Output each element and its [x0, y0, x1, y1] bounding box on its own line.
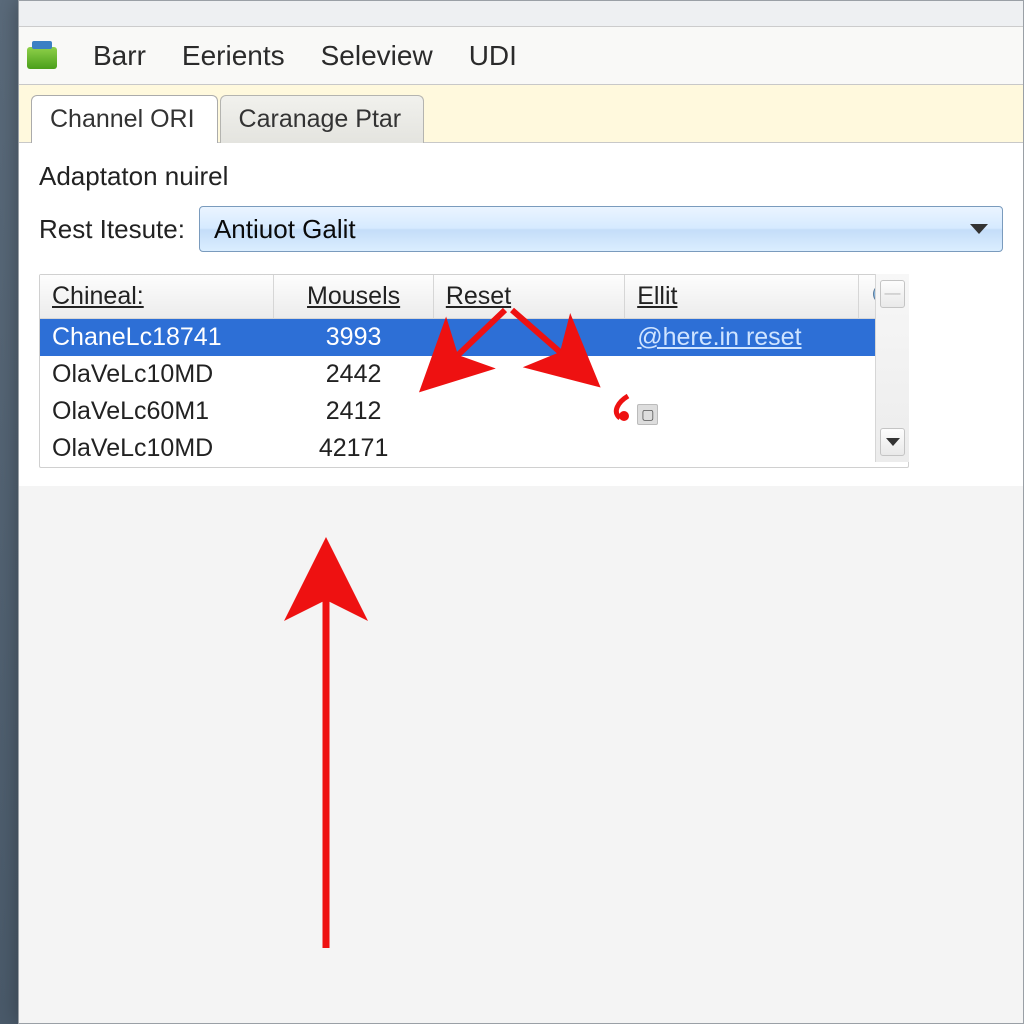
cell-mousels: 42171: [274, 430, 433, 467]
cell-reset: [433, 356, 624, 393]
table-row[interactable]: OlaVeLc60M1 2412 ▢: [40, 393, 908, 430]
cell-chineal: OlaVeLc10MD: [40, 430, 274, 467]
channel-table: Chineal: Mousels Reset Ellit ChaneLc1874…: [40, 275, 908, 467]
cell-chineal: OlaVeLc60M1: [40, 393, 274, 430]
cell-mousels: 2412: [274, 393, 433, 430]
scroll-up-button[interactable]: —: [880, 280, 905, 308]
dropdown-value: Antiuot Galit: [214, 214, 356, 245]
tab-strip: Channel ORI Caranage Ptar: [19, 85, 1023, 143]
table-row[interactable]: OlaVeLc10MD 2442: [40, 356, 908, 393]
tab-caranage-ptar[interactable]: Caranage Ptar: [220, 95, 425, 143]
cell-reset: [433, 393, 624, 430]
col-chineal[interactable]: Chineal:: [40, 275, 274, 319]
cell-chineal: ChaneLc18741: [40, 319, 274, 357]
scroll-down-button[interactable]: [880, 428, 905, 456]
menu-udi[interactable]: UDI: [465, 34, 521, 78]
dropdown-row: Rest Itesute: Antiuot Galit: [39, 206, 1003, 252]
table-row[interactable]: OlaVeLc10MD 42171: [40, 430, 908, 467]
table-container: Chineal: Mousels Reset Ellit ChaneLc1874…: [39, 274, 1003, 468]
app-window: Barr Eerients Seleview UDI Channel ORI C…: [18, 0, 1024, 1024]
cell-ellit: @here.in reset: [625, 319, 859, 357]
cell-reset: [433, 319, 624, 357]
col-mousels[interactable]: Mousels: [274, 275, 433, 319]
col-ellit[interactable]: Ellit: [625, 275, 859, 319]
rest-itesute-dropdown[interactable]: Antiuot Galit: [199, 206, 1003, 252]
titlebar: [19, 1, 1023, 27]
col-reset[interactable]: Reset: [433, 275, 624, 319]
cell-mousels: 3993: [274, 319, 433, 357]
section-title: Adaptaton nuirel: [39, 161, 1003, 192]
menubar: Barr Eerients Seleview UDI: [19, 27, 1023, 85]
dropdown-label: Rest Itesute:: [39, 214, 185, 245]
tab-channel-ori[interactable]: Channel ORI: [31, 95, 218, 143]
app-icon: [27, 41, 61, 71]
menu-seleview[interactable]: Seleview: [317, 34, 437, 78]
table-scrollbar[interactable]: —: [875, 274, 909, 462]
menu-eerients[interactable]: Eerients: [178, 34, 289, 78]
cell-mousels: 2442: [274, 356, 433, 393]
chevron-down-icon: [886, 438, 900, 446]
menu-barr[interactable]: Barr: [89, 34, 150, 78]
cell-chineal: OlaVeLc10MD: [40, 356, 274, 393]
cell-reset: [433, 430, 624, 467]
badge-icon: ▢: [637, 404, 658, 425]
content-panel: Adaptaton nuirel Rest Itesute: Antiuot G…: [19, 143, 1023, 486]
cell-ellit: [625, 430, 859, 467]
table-row[interactable]: ChaneLc18741 3993 @here.in reset: [40, 319, 908, 357]
chevron-down-icon: [970, 224, 988, 234]
cell-ellit: ▢: [625, 393, 859, 430]
cell-ellit: [625, 356, 859, 393]
